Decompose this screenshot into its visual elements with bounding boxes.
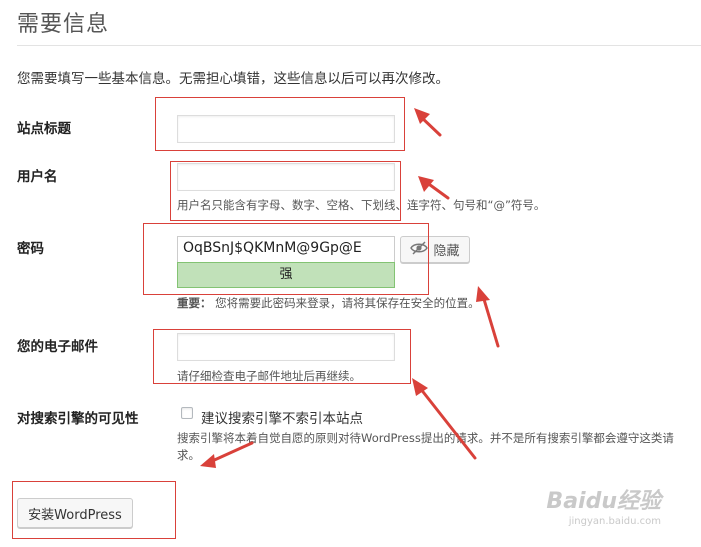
title-divider <box>17 45 701 46</box>
password-note-bold: 重要： <box>177 296 212 310</box>
annotation-box-password <box>143 223 429 295</box>
annotation-box-site-title <box>155 97 405 151</box>
annotation-box-username <box>170 161 401 221</box>
noindex-checkbox-label[interactable]: 建议搜索引擎不索引本站点 <box>201 407 363 427</box>
search-visibility-description: 搜索引擎将本着自觉自愿的原则对待WordPress提出的请求。并不是所有搜索引擎… <box>177 431 674 462</box>
annotation-box-email <box>153 329 411 384</box>
password-note-text: 您将需要此密码来登录，请将其保存在安全的位置。 <box>215 296 480 310</box>
password-label: 密码 <box>17 241 44 257</box>
watermark-url: jingyan.baidu.com <box>568 516 661 527</box>
page-title: 需要信息 <box>17 12 110 37</box>
email-label: 您的电子邮件 <box>17 339 98 355</box>
search-visibility-label: 对搜索引擎的可见性 <box>17 411 139 427</box>
noindex-checkbox[interactable] <box>181 407 193 419</box>
arrow-username <box>424 180 450 200</box>
arrow-site-title <box>418 114 442 137</box>
username-label: 用户名 <box>17 169 58 185</box>
watermark-logo: Baidu经验 <box>546 489 661 514</box>
password-note: 重要： 您将需要此密码来登录，请将其保存在安全的位置。 <box>177 295 480 311</box>
annotation-box-install <box>12 481 176 539</box>
intro-text: 您需要填写一些基本信息。无需担心填错，这些信息以后可以再次修改。 <box>17 71 449 87</box>
site-title-label: 站点标题 <box>17 121 71 137</box>
arrow-password <box>481 294 500 348</box>
hide-password-label: 隐藏 <box>433 244 460 259</box>
